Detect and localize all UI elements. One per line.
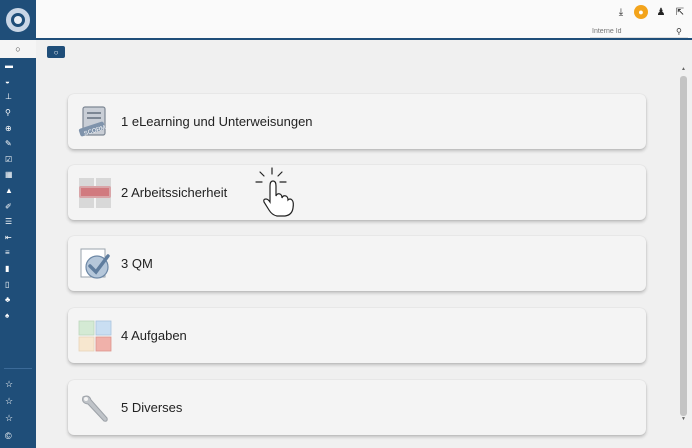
logo-icon [6, 8, 30, 32]
sidebar-divider [4, 368, 32, 369]
edit-icon: ✐ [5, 201, 12, 211]
card-label: 4 Aufgaben [121, 328, 187, 343]
sidebar-item-search[interactable]: ⚲ [0, 105, 36, 121]
star-icon: ☆ [5, 413, 14, 423]
dashboard-icon: ◒ [5, 76, 10, 86]
scorm-book-icon: SCORM [76, 105, 114, 139]
users-icon: ♣ [5, 295, 11, 305]
scrollbar[interactable]: ▲ ▼ [679, 66, 688, 444]
scroll-up-arrow-icon[interactable]: ▲ [679, 66, 688, 76]
safety-icon [76, 176, 114, 210]
sidebar-favorites: ☆ ☆ ☆ © [0, 376, 36, 444]
person-icon[interactable]: ♟ [655, 6, 667, 18]
sidebar: ○ ▬ ◒ ⊥ ⚲ ⊕ ✎ ☑ ▦ ▲ ✐ ☰ ⇤ ≡ ▮ ▯ ♣ ♠ ☆ ☆ … [0, 40, 36, 448]
star-icon: ☆ [5, 396, 14, 406]
sidebar-item-notes[interactable]: ✐ [0, 198, 36, 214]
sidebar-item-file[interactable]: ▮ [0, 261, 36, 277]
sidebar-item-misc[interactable]: ♠ [0, 308, 36, 324]
favorite-star-2[interactable]: ☆ [0, 393, 36, 410]
favorite-star-3[interactable]: ☆ [0, 410, 36, 427]
card-label: 3 QM [121, 256, 153, 271]
grid-icon: ▦ [5, 170, 13, 180]
sidebar-item-users[interactable]: ♣ [0, 292, 36, 308]
sidebar-item-images[interactable]: ▬ [0, 58, 36, 74]
tiles-icon [76, 319, 114, 353]
bird-icon: ♠ [5, 310, 10, 320]
tab-overview[interactable]: ○ [47, 46, 65, 58]
file-icon: ▮ [5, 264, 10, 274]
app-logo[interactable] [0, 0, 36, 40]
header-icons: ⤓ ● ♟ ⇱ [615, 5, 686, 19]
top-header: ⤓ ● ♟ ⇱ ⚲ [36, 0, 692, 40]
sidebar-item-document[interactable]: ▯ [0, 276, 36, 292]
sidebar-item-dashboard[interactable]: ◒ [0, 74, 36, 90]
sidebar-item-list[interactable]: ☰ [0, 214, 36, 230]
sidebar-item-logout[interactable]: ⇤ [0, 230, 36, 246]
search-icon: ⚲ [5, 108, 11, 118]
card-elearning[interactable]: SCORM 1 eLearning und Unterweisungen [68, 94, 646, 149]
image-icon: ▬ [5, 61, 13, 71]
zoom-icon: ⊕ [5, 123, 12, 133]
scrollbar-thumb[interactable] [680, 76, 687, 416]
card-arbeitssicherheit[interactable]: 2 Arbeitssicherheit [68, 165, 646, 220]
copyright-icon-item[interactable]: © [0, 427, 36, 444]
star-icon: ☆ [5, 379, 14, 389]
copyright-icon: © [5, 430, 12, 441]
sidebar-item-edit[interactable]: ✎ [0, 136, 36, 152]
sidebar-item-home[interactable]: ○ [0, 40, 36, 58]
card-qm[interactable]: 3 QM [68, 236, 646, 291]
sidebar-item-structure[interactable]: ⊥ [0, 89, 36, 105]
card-diverses[interactable]: 5 Diverses [68, 380, 646, 435]
card-label: 5 Diverses [121, 400, 183, 415]
hand-cursor-icon [255, 167, 294, 217]
wrench-icon [76, 391, 114, 425]
pencil-icon: ✎ [5, 139, 12, 149]
check-square-icon: ☑ [5, 154, 13, 164]
card-label: 2 Arbeitssicherheit [121, 185, 228, 200]
external-link-icon[interactable]: ⇱ [674, 6, 686, 18]
search-icon[interactable]: ⚲ [676, 27, 682, 36]
user-avatar-icon[interactable]: ● [634, 5, 648, 19]
list-icon: ☰ [5, 217, 13, 227]
sidebar-item-check[interactable]: ☑ [0, 152, 36, 168]
sidebar-item-learning[interactable]: ▲ [0, 183, 36, 199]
search-input[interactable] [590, 27, 672, 35]
scroll-down-arrow-icon[interactable]: ▼ [679, 416, 688, 426]
menu-icon: ≡ [5, 248, 10, 258]
search-box: ⚲ [590, 25, 688, 38]
card-label: 1 eLearning und Unterweisungen [121, 114, 313, 129]
favorite-star-1[interactable]: ☆ [0, 376, 36, 393]
tab-label: ○ [53, 47, 59, 57]
sidebar-item-grid[interactable]: ▦ [0, 167, 36, 183]
sitemap-icon: ⊥ [5, 92, 12, 102]
circle-icon: ○ [15, 44, 21, 54]
checkmark-icon [76, 247, 114, 281]
sidebar-item-menu[interactable]: ≡ [0, 245, 36, 261]
graduation-cap-icon: ▲ [5, 186, 13, 196]
sidebar-menu: ▬ ◒ ⊥ ⚲ ⊕ ✎ ☑ ▦ ▲ ✐ ☰ ⇤ ≡ ▮ ▯ ♣ ♠ [0, 58, 36, 323]
card-aufgaben[interactable]: 4 Aufgaben [68, 308, 646, 363]
sidebar-item-zoom[interactable]: ⊕ [0, 120, 36, 136]
download-icon[interactable]: ⤓ [615, 6, 627, 18]
sign-out-icon: ⇤ [5, 232, 12, 242]
file-outline-icon: ▯ [5, 279, 10, 289]
